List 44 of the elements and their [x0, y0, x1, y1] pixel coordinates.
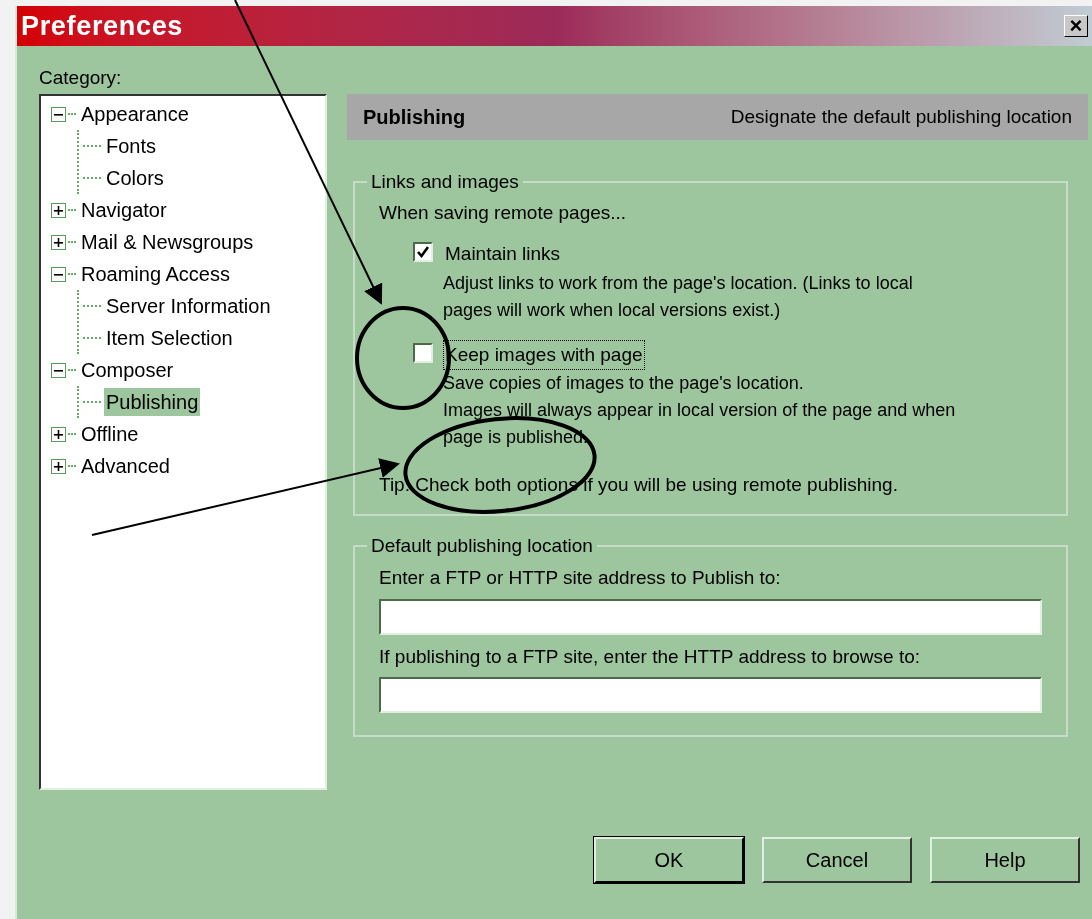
- group-legend: Links and images: [367, 168, 523, 197]
- check-icon: [416, 245, 430, 259]
- tree-item[interactable]: Offline: [79, 420, 141, 448]
- expand-icon[interactable]: [51, 202, 66, 218]
- collapse-icon[interactable]: [51, 362, 66, 378]
- option-description: Adjust links to work from the page's location. (Links to local: [443, 271, 913, 295]
- option-description: Images will always appear in local version of the page and when: [443, 399, 956, 422]
- dialog-button[interactable]: Cancel: [762, 837, 912, 883]
- option-description: Save copies of images to the page's location.: [443, 372, 805, 395]
- checkbox[interactable]: [413, 342, 433, 363]
- dialog-button[interactable]: OK: [594, 837, 744, 883]
- intro-text: When saving remote pages...: [379, 200, 628, 225]
- field-label: Enter a FTP or HTTP site address to Publish to:: [379, 566, 782, 590]
- expand-icon[interactable]: [51, 234, 66, 250]
- expand-icon[interactable]: [51, 458, 66, 474]
- collapse-icon[interactable]: [51, 106, 66, 122]
- close-button[interactable]: ×: [1064, 15, 1088, 37]
- tree-item[interactable]: Appearance: [79, 100, 191, 128]
- collapse-icon[interactable]: [51, 266, 66, 282]
- tree-item[interactable]: Server Information: [104, 292, 273, 320]
- tree-item[interactable]: Advanced: [79, 452, 172, 480]
- group-legend: Default publishing location: [367, 531, 597, 560]
- dialog-button[interactable]: Help: [930, 837, 1080, 883]
- option-description: pages will work when local versions exist.): [443, 298, 782, 322]
- category-label: Category:: [39, 66, 123, 90]
- section-title: Publishing: [363, 105, 466, 130]
- tree-item[interactable]: Navigator: [79, 196, 169, 224]
- tree-item[interactable]: Item Selection: [104, 324, 235, 352]
- tree-item[interactable]: Roaming Access: [79, 260, 232, 288]
- address-field[interactable]: [379, 598, 1042, 635]
- address-field[interactable]: [379, 677, 1042, 713]
- tree-item[interactable]: Mail & Newsgroups: [79, 228, 256, 256]
- section-description: Designate the default publishing location: [730, 104, 1072, 129]
- field-label: If publishing to a FTP site, enter the HTTP address to browse to:: [379, 644, 922, 669]
- tree-item[interactable]: Colors: [104, 164, 166, 192]
- expand-icon[interactable]: [51, 426, 66, 442]
- window-title: Preferences: [21, 9, 184, 43]
- tree-item[interactable]: Fonts: [104, 132, 159, 160]
- checkbox-label[interactable]: Maintain links: [443, 239, 563, 270]
- tree-item[interactable]: Publishing: [104, 388, 201, 416]
- tree-item[interactable]: Composer: [79, 356, 176, 384]
- category-tree[interactable]: Appearance Fonts Colors Navigator Mail & Newsgroups Roaming Access Server Information Item Selection Composer Publishing Offline Advanced: [39, 94, 327, 790]
- tip-text: Tip: Check both options if you will be using remote publishing.: [379, 473, 899, 497]
- checkbox[interactable]: [413, 242, 433, 262]
